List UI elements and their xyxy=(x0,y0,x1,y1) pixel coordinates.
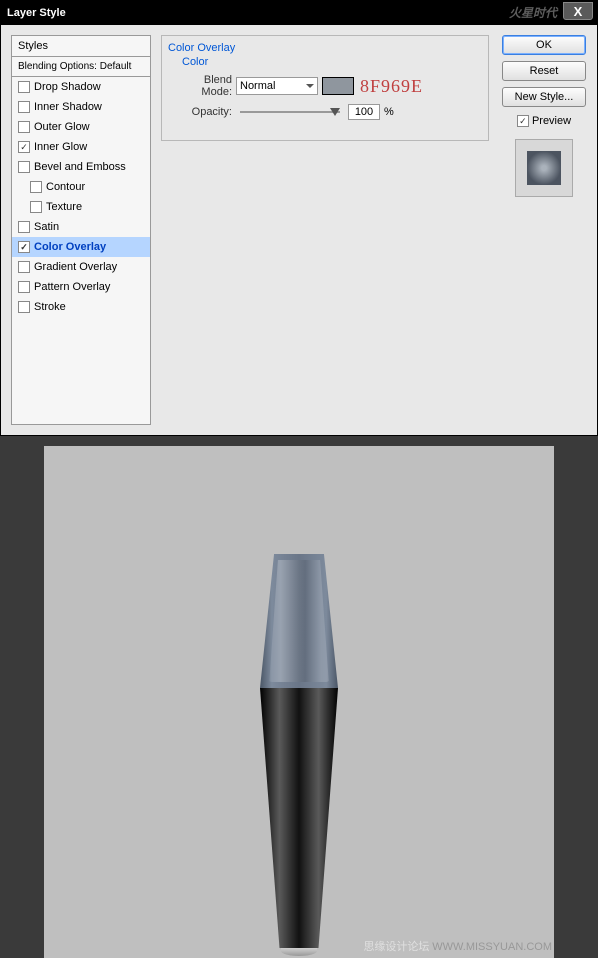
style-checkbox[interactable] xyxy=(18,261,30,273)
style-checkbox[interactable] xyxy=(18,161,30,173)
section-subtitle: Color xyxy=(182,56,478,68)
style-row-pattern-overlay[interactable]: Pattern Overlay xyxy=(12,277,150,297)
style-checkbox[interactable] xyxy=(18,281,30,293)
style-label: Pattern Overlay xyxy=(34,281,110,293)
style-label: Stroke xyxy=(34,301,66,313)
style-row-drop-shadow[interactable]: Drop Shadow xyxy=(12,77,150,97)
style-row-gradient-overlay[interactable]: Gradient Overlay xyxy=(12,257,150,277)
style-row-inner-shadow[interactable]: Inner Shadow xyxy=(12,97,150,117)
style-checkbox[interactable] xyxy=(30,181,42,193)
chevron-down-icon xyxy=(306,84,314,88)
section-title: Color Overlay xyxy=(168,42,478,54)
dialog-title: Layer Style xyxy=(7,7,66,19)
preview-checkbox[interactable] xyxy=(517,115,529,127)
style-checkbox[interactable] xyxy=(18,101,30,113)
style-row-satin[interactable]: Satin xyxy=(12,217,150,237)
ok-button[interactable]: OK xyxy=(502,35,586,55)
new-style-button[interactable]: New Style... xyxy=(502,87,586,107)
blend-mode-value: Normal xyxy=(240,80,275,92)
layer-style-dialog: Layer Style 火星时代 X Styles Blending Optio… xyxy=(0,0,598,436)
style-label: Inner Glow xyxy=(34,141,87,153)
artwork-tube xyxy=(260,688,338,948)
preview-label: Preview xyxy=(532,115,571,127)
style-checkbox[interactable] xyxy=(18,121,30,133)
style-row-inner-glow[interactable]: Inner Glow xyxy=(12,137,150,157)
style-checkbox[interactable] xyxy=(30,201,42,213)
styles-panel: Styles Blending Options: Default Drop Sh… xyxy=(11,35,151,425)
style-label: Drop Shadow xyxy=(34,81,101,93)
settings-panel: Color Overlay Color Blend Mode: Normal 8… xyxy=(161,35,489,425)
opacity-unit: % xyxy=(384,106,394,118)
dialog-body: Styles Blending Options: Default Drop Sh… xyxy=(1,25,597,435)
style-row-bevel-and-emboss[interactable]: Bevel and Emboss xyxy=(12,157,150,177)
style-checkbox[interactable] xyxy=(18,301,30,313)
canvas-area: 思缘设计论坛 WWW.MISSYUAN.COM xyxy=(0,436,598,958)
close-button[interactable]: X xyxy=(563,2,593,20)
style-label: Outer Glow xyxy=(34,121,90,133)
style-checkbox[interactable] xyxy=(18,241,30,253)
style-row-outer-glow[interactable]: Outer Glow xyxy=(12,117,150,137)
style-checkbox[interactable] xyxy=(18,81,30,93)
style-checkbox[interactable] xyxy=(18,141,30,153)
style-label: Contour xyxy=(46,181,85,193)
style-row-stroke[interactable]: Stroke xyxy=(12,297,150,317)
style-label: Inner Shadow xyxy=(34,101,102,113)
style-label: Bevel and Emboss xyxy=(34,161,126,173)
color-hex-label: 8F969E xyxy=(360,76,423,97)
color-overlay-fieldset: Color Overlay Color Blend Mode: Normal 8… xyxy=(161,35,489,141)
style-label: Gradient Overlay xyxy=(34,261,117,273)
preview-thumbnail xyxy=(515,139,573,197)
blend-mode-label: Blend Mode: xyxy=(172,74,232,98)
preview-swatch xyxy=(527,151,561,185)
blending-options-row[interactable]: Blending Options: Default xyxy=(12,57,150,77)
preview-toggle[interactable]: Preview xyxy=(517,115,571,127)
document-canvas[interactable] xyxy=(44,446,554,958)
artwork-cap xyxy=(260,554,338,688)
style-checkbox[interactable] xyxy=(18,221,30,233)
watermark-text: 火星时代 xyxy=(509,4,557,21)
style-row-color-overlay[interactable]: Color Overlay xyxy=(12,237,150,257)
reset-button[interactable]: Reset xyxy=(502,61,586,81)
titlebar[interactable]: Layer Style 火星时代 X xyxy=(1,1,597,25)
buttons-panel: OK Reset New Style... Preview xyxy=(499,35,589,425)
styles-header[interactable]: Styles xyxy=(12,36,150,57)
style-row-contour[interactable]: Contour xyxy=(12,177,150,197)
style-label: Satin xyxy=(34,221,59,233)
style-row-texture[interactable]: Texture xyxy=(12,197,150,217)
artwork-object xyxy=(260,554,338,956)
style-label: Texture xyxy=(46,201,82,213)
slider-thumb-icon[interactable] xyxy=(330,108,340,116)
footer-credit: 思缘设计论坛 WWW.MISSYUAN.COM xyxy=(363,938,552,954)
blend-mode-select[interactable]: Normal xyxy=(236,77,318,95)
style-label: Color Overlay xyxy=(34,241,106,253)
opacity-slider[interactable] xyxy=(240,111,340,113)
color-swatch[interactable] xyxy=(322,77,354,95)
opacity-input[interactable] xyxy=(348,104,380,120)
opacity-label: Opacity: xyxy=(172,106,232,118)
